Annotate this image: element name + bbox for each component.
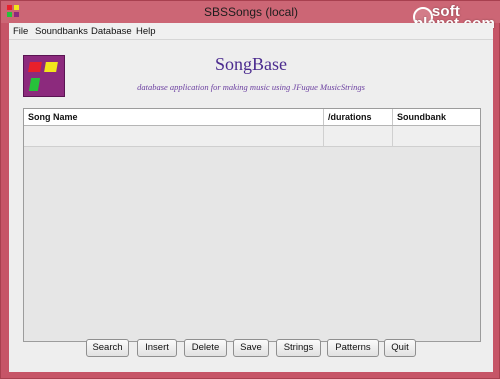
menu-database[interactable]: Database [91,26,132,37]
menu-help[interactable]: Help [136,26,156,37]
page-subtitle: database application for making music us… [137,82,365,92]
songs-table: Song Name /durations Soundbank [23,108,481,342]
strings-button[interactable]: Strings [276,339,321,357]
table-cell-soundbank[interactable] [393,126,480,147]
menu-soundbanks[interactable]: Soundbanks [35,26,88,37]
delete-button[interactable]: Delete [184,339,227,357]
client-area: File Soundbanks Database Help SongBase d… [9,23,493,372]
table-cell-song-name[interactable] [24,126,324,147]
search-button[interactable]: Search [86,339,129,357]
column-header-song-name[interactable]: Song Name [24,109,324,125]
title-bar[interactable]: SBSSongs (local) soft planet.com [1,1,500,31]
column-header-soundbank[interactable]: Soundbank [393,109,480,125]
page-title: SongBase [215,54,287,74]
button-bar: Search Insert Delete Save Strings Patter… [9,339,493,357]
quit-button[interactable]: Quit [384,339,416,357]
insert-button[interactable]: Insert [137,339,177,357]
patterns-button[interactable]: Patterns [327,339,379,357]
column-header-durations[interactable]: /durations [324,109,393,125]
save-button[interactable]: Save [233,339,269,357]
menu-bar: File Soundbanks Database Help [9,23,493,40]
app-window: SBSSongs (local) soft planet.com File So… [0,0,500,379]
menu-file[interactable]: File [13,26,28,37]
table-row[interactable] [24,126,480,147]
table-cell-durations[interactable] [324,126,393,147]
table-header: Song Name /durations Soundbank [24,109,480,126]
